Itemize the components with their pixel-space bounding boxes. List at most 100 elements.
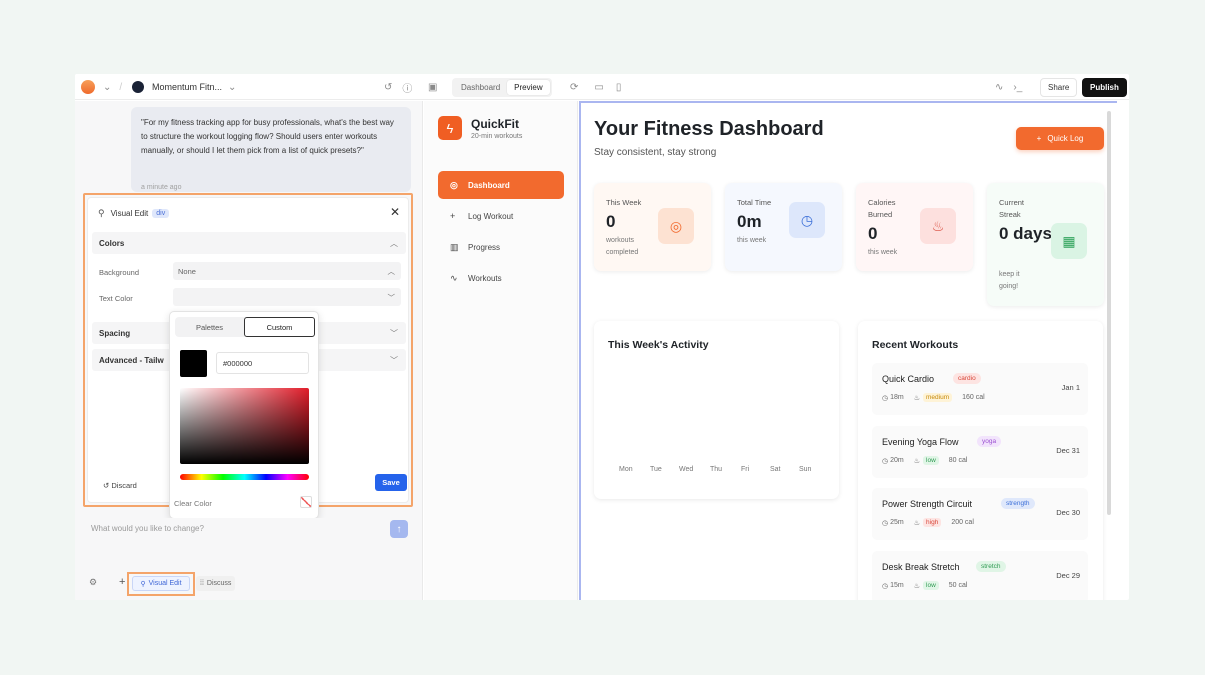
send-button[interactable]: ↑ — [390, 520, 408, 538]
wand-icon: ⚲ — [140, 580, 146, 588]
workout-tag: strength — [1001, 498, 1035, 509]
flame-icon: ♨ — [913, 519, 921, 527]
tab-palettes[interactable]: Palettes — [175, 317, 244, 337]
stat-label: This Week — [606, 198, 642, 207]
refresh-icon[interactable]: ⟳ — [570, 82, 578, 93]
background-select[interactable]: None ︿ — [173, 262, 401, 280]
day-label: Tue — [650, 466, 662, 473]
help-icon[interactable]: ⓘ — [402, 80, 412, 95]
picker-tabs: Palettes Custom — [175, 317, 315, 337]
nav-item-label: Log Workout — [468, 211, 514, 221]
workout-row[interactable]: Quick Cardio cardio ◷ 18m ♨ medium 160 cal… — [872, 363, 1088, 415]
stat-value: 0 days — [999, 224, 1052, 243]
nav-item-label: Dashboard — [468, 180, 510, 190]
workout-calories: 200 cal — [951, 519, 974, 526]
app-logo[interactable] — [81, 80, 95, 94]
clear-color-button[interactable]: Clear Color — [174, 499, 212, 508]
nav-item-workouts[interactable]: ∿ Workouts — [438, 264, 564, 292]
nav-item-dashboard[interactable]: ◎ Dashboard — [438, 171, 564, 199]
intensity-badge: medium — [923, 393, 953, 402]
project-selector[interactable]: Momentum Fitn... ⌄ — [132, 74, 236, 100]
mobile-icon[interactable]: ▯ — [616, 82, 622, 93]
activity-icon[interactable]: ∿ — [995, 82, 1003, 93]
flame-icon: ♨ — [913, 457, 921, 465]
workout-row[interactable]: Power Strength Circuit strength ◷ 25m ♨ hi… — [872, 488, 1088, 540]
terminal-icon[interactable]: ›_ — [1013, 82, 1022, 93]
workout-tag: stretch — [976, 561, 1006, 572]
workout-row[interactable]: Evening Yoga Flow yoga ◷ 20m ♨ low 80 cal … — [872, 426, 1088, 478]
separator: / — [119, 81, 123, 93]
workout-duration: 20m — [890, 457, 904, 464]
discuss-button[interactable]: ⁞⁞ Discuss — [196, 576, 236, 591]
scrollbar[interactable] — [1107, 111, 1111, 515]
chevron-down-icon: ﹀ — [390, 355, 398, 365]
page-subtitle: Stay consistent, stay strong — [594, 147, 717, 158]
nav-item-progress[interactable]: ▥ Progress — [438, 233, 564, 261]
day-label: Sat — [770, 466, 781, 473]
background-value: None — [178, 266, 196, 276]
workout-calories: 50 cal — [948, 582, 968, 589]
prompt-toolbar: ⚙ + ⚲ Visual Edit ⁞⁞ Discuss — [75, 570, 423, 596]
discuss-button-label: Discuss — [206, 580, 232, 587]
workout-meta: ◷ 18m ♨ medium 160 cal — [882, 393, 985, 402]
saturation-picker[interactable] — [180, 388, 309, 464]
workout-date: Dec 30 — [1056, 508, 1080, 517]
stat-label: Calories Burned — [868, 198, 896, 219]
save-button[interactable]: Save — [375, 474, 407, 491]
tab-dashboard[interactable]: Dashboard — [454, 80, 507, 95]
prompt-input[interactable]: What would you like to change? — [91, 524, 204, 533]
chat-icon: ⁞⁞ — [200, 580, 204, 587]
section-colors[interactable]: Colors ︿ — [92, 232, 406, 254]
stat-card-calories: Calories Burned 0 this week ♨ — [856, 183, 973, 271]
clock-icon: ◷ — [789, 202, 825, 238]
stat-sub: this week — [868, 249, 898, 256]
color-swatch[interactable] — [180, 350, 207, 377]
share-button[interactable]: Share — [1040, 77, 1078, 97]
section-advanced-label: Advanced - Tailw — [99, 355, 164, 365]
clock-icon: ◷ — [882, 457, 889, 465]
recent-workouts-card: Recent Workouts Quick Cardio cardio ◷ 18m… — [858, 321, 1103, 600]
stat-label: Current Streak — [999, 198, 1025, 219]
section-spacing-label: Spacing — [99, 328, 131, 338]
history-icon[interactable]: ↺ — [384, 82, 392, 93]
desktop-icon[interactable]: ▭ — [594, 82, 603, 93]
text-color-label: Text Color — [99, 294, 133, 303]
flame-icon: ♨ — [913, 582, 921, 590]
sidebar-toggle-icon[interactable]: ▣ — [428, 82, 437, 93]
view-tabs: Dashboard Preview — [452, 77, 552, 97]
tab-preview[interactable]: Preview — [507, 79, 550, 95]
intensity-badge: high — [923, 518, 942, 527]
tab-custom[interactable]: Custom — [244, 317, 315, 337]
message-time: a minute ago — [141, 184, 182, 191]
publish-button[interactable]: Publish — [1082, 77, 1127, 97]
workout-date: Dec 29 — [1056, 571, 1080, 580]
user-message: "For my fitness tracking app for busy pr… — [131, 107, 411, 192]
recent-title: Recent Workouts — [872, 339, 959, 351]
section-colors-label: Colors — [99, 238, 125, 248]
intensity-badge: low — [923, 581, 939, 590]
hex-input[interactable]: #000000 — [216, 352, 309, 374]
text-color-select[interactable]: ﹀ — [173, 288, 401, 306]
visual-edit-button[interactable]: ⚲ Visual Edit — [132, 576, 190, 591]
brand-subtitle: 20-min workouts — [471, 133, 523, 140]
app-window: ⌄ / Momentum Fitn... ⌄ ↺ ⓘ ▣ Dashboard P… — [75, 74, 1129, 600]
workout-tag: yoga — [977, 436, 1002, 447]
activity-card: This Week's Activity Mon Tue Wed Thu Fri… — [594, 321, 839, 499]
nav-item-log-workout[interactable]: + Log Workout — [438, 202, 564, 230]
chevron-down-icon: ﹀ — [387, 292, 396, 302]
workout-duration: 15m — [890, 582, 904, 589]
hue-slider[interactable] — [180, 474, 309, 480]
workout-duration: 25m — [890, 519, 904, 526]
day-label: Thu — [710, 466, 723, 473]
quick-log-button[interactable]: + Quick Log — [1016, 127, 1104, 150]
stat-label: Total Time — [737, 198, 772, 207]
brand-name: QuickFit — [471, 117, 520, 131]
no-color-icon[interactable] — [300, 496, 312, 508]
chevron-down-icon[interactable]: ⌄ — [103, 82, 111, 93]
workout-row[interactable]: Desk Break Stretch stretch ◷ 15m ♨ low 50 … — [872, 551, 1088, 600]
close-icon[interactable]: ✕ — [390, 205, 400, 219]
add-icon[interactable]: + — [119, 576, 125, 588]
discard-button[interactable]: ↺ Discard — [103, 481, 137, 490]
settings-icon[interactable]: ⚙ — [89, 577, 97, 588]
workout-calories: 80 cal — [948, 457, 968, 464]
